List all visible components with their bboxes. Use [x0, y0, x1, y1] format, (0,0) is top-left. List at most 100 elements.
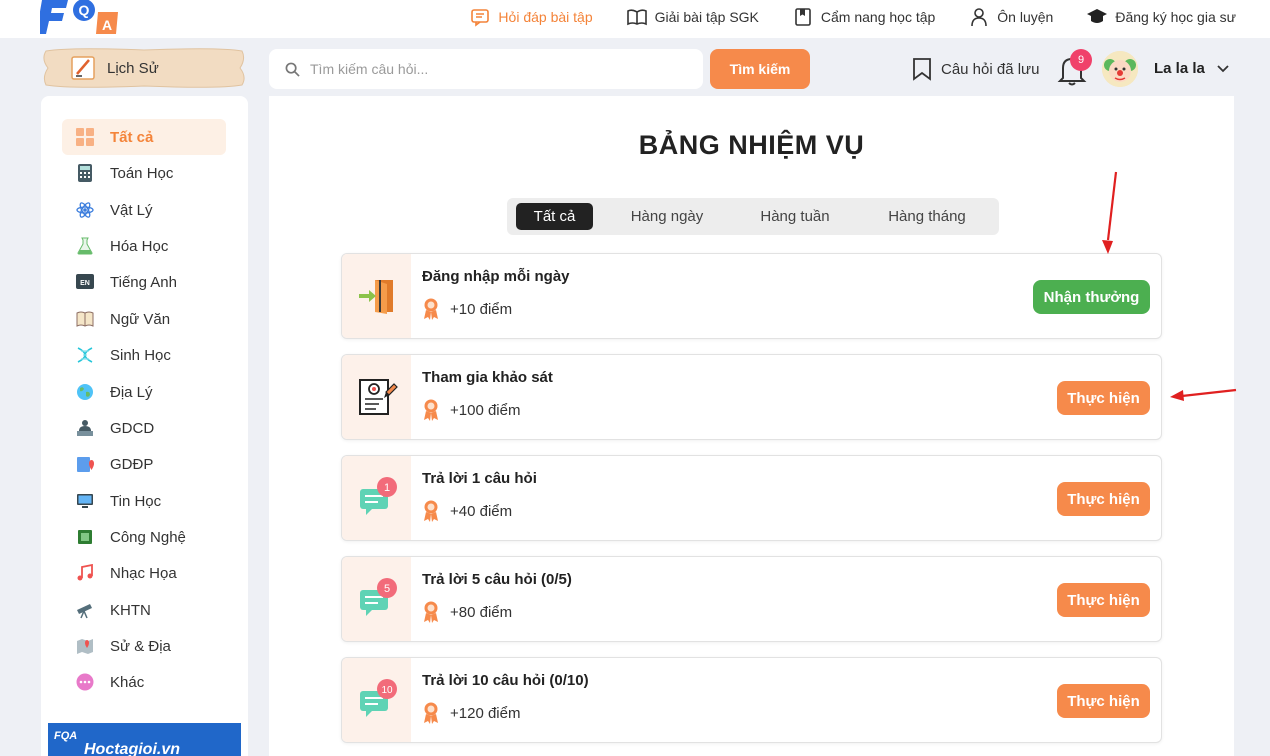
task-name: Trả lời 5 câu hỏi (0/5) — [422, 571, 572, 588]
medal-icon — [424, 399, 438, 421]
tab-hang-tuan[interactable]: Hàng tuần — [743, 203, 847, 230]
sidebar-item-cong-nghe[interactable]: Công Nghệ — [62, 519, 226, 555]
page-title: BẢNG NHIỆM VỤ — [638, 130, 865, 160]
sidebar-item-dia-ly[interactable]: Địa Lý — [62, 374, 226, 410]
promo-banner[interactable]: FQA Hoctagioi.vn — [48, 723, 241, 756]
sidebar-item-label: Toán Học — [110, 164, 174, 182]
sidebar-item-khtn[interactable]: KHTN — [62, 592, 226, 628]
nav-label: Hỏi đáp bài tập — [498, 9, 593, 25]
atom-icon — [76, 201, 94, 219]
map-icon — [76, 637, 94, 655]
task-name: Trả lời 1 câu hỏi — [422, 470, 537, 487]
sidebar-item-label: Nhạc Họa — [110, 564, 177, 582]
medal-icon — [424, 702, 438, 724]
sidebar-item-tin-hoc[interactable]: Tin Học — [62, 483, 226, 519]
saved-questions-link[interactable]: Câu hỏi đã lưu — [911, 57, 1039, 81]
avatar[interactable] — [1102, 51, 1138, 87]
task-points-label: +100 điểm — [450, 401, 521, 419]
nav-giai-bai-tap[interactable]: Giải bài tập SGK — [626, 7, 759, 27]
task-points-label: +120 điểm — [450, 704, 521, 722]
nav-label: Ôn luyện — [997, 9, 1054, 25]
fqa-logo[interactable]: Q A — [40, 0, 122, 34]
task-card: 10 Trả lời 10 câu hỏi (0/10) +120 điểm T… — [341, 657, 1162, 743]
sidebar-item-tieng-anh[interactable]: EN Tiếng Anh — [62, 264, 226, 300]
sidebar-item-label: Công Nghệ — [110, 528, 186, 546]
svg-text:FQA: FQA — [54, 730, 77, 742]
promo-text: Hoctagioi.vn — [84, 741, 181, 756]
notification-count-badge: 9 — [1070, 49, 1092, 71]
sidebar-item-vat-ly[interactable]: Vật Lý — [62, 192, 226, 228]
sidebar-item-hoa-hoc[interactable]: Hóa Học — [62, 228, 226, 264]
more-icon — [76, 673, 94, 691]
task-points: +80 điểm — [422, 601, 512, 623]
bookmark-icon — [913, 58, 931, 81]
do-task-button[interactable]: Thực hiện — [1057, 482, 1150, 516]
sidebar-item-label: GDĐP — [110, 455, 154, 473]
do-task-button[interactable]: Thực hiện — [1057, 583, 1150, 617]
chevron-down-icon[interactable] — [1216, 62, 1230, 76]
task-name: Trả lời 10 câu hỏi (0/10) — [422, 672, 589, 689]
task-points-label: +80 điểm — [450, 603, 513, 621]
subject-sidebar: Tất cả Toán Học Vật Lý Hóa Học EN Tiếng … — [41, 96, 248, 756]
chat-question-icon — [471, 9, 490, 27]
medal-icon — [424, 500, 438, 522]
svg-text:EN: EN — [80, 280, 90, 287]
sidebar-item-toan-hoc[interactable]: Toán Học — [62, 155, 226, 191]
do-task-button[interactable]: Thực hiện — [1057, 381, 1150, 415]
nav-label: Giải bài tập SGK — [654, 9, 759, 25]
dna-icon — [76, 346, 94, 364]
search-input[interactable] — [310, 61, 690, 77]
sidebar-item-sinh-hoc[interactable]: Sinh Học — [62, 337, 226, 373]
search-box — [269, 49, 703, 89]
annotation-arrow-left-icon — [1170, 388, 1237, 401]
chat-badge-count: 10 — [381, 685, 393, 696]
sidebar-item-gddp[interactable]: GDĐP — [62, 446, 226, 482]
tab-hang-thang[interactable]: Hàng tháng — [869, 203, 985, 230]
sidebar-item-nhac-hoa[interactable]: Nhạc Họa — [62, 555, 226, 591]
mission-tabs: Tất cả Hàng ngày Hàng tuần Hàng tháng — [507, 198, 999, 235]
nav-gia-su[interactable]: Đăng ký học gia sư — [1087, 7, 1236, 27]
username[interactable]: La la la — [1154, 60, 1205, 77]
do-task-button[interactable]: Thực hiện — [1057, 684, 1150, 718]
tab-hang-ngay[interactable]: Hàng ngày — [614, 203, 720, 230]
handbook-icon — [795, 8, 811, 26]
sidebar-item-label: KHTN — [110, 601, 151, 619]
task-name: Tham gia khảo sát — [422, 369, 553, 386]
book-icon — [76, 310, 94, 328]
task-points: +120 điểm — [422, 702, 520, 724]
sidebar-item-label: Vật Lý — [110, 201, 153, 219]
search-button[interactable]: Tìm kiếm — [710, 49, 810, 89]
sidebar-item-su-dia[interactable]: Sử & Địa — [62, 628, 226, 664]
current-subject-tag[interactable]: Lịch Sử — [40, 47, 248, 89]
person-desk-icon — [76, 419, 94, 437]
computer-icon — [76, 492, 94, 510]
sidebar-item-label: Tiếng Anh — [110, 273, 177, 291]
medal-icon — [424, 298, 438, 320]
task-card: 1 Trả lời 1 câu hỏi +40 điểm Thực hiện — [341, 455, 1162, 541]
sidebar-item-gdcd[interactable]: GDCD — [62, 410, 226, 446]
login-door-icon — [342, 254, 411, 338]
task-points: +10 điểm — [422, 298, 512, 320]
nav-on-luyen[interactable]: Ôn luyện — [969, 7, 1053, 27]
nav-hoi-dap[interactable]: Hỏi đáp bài tập — [470, 7, 593, 27]
chat-bubble-icon: 1 — [342, 456, 411, 540]
sidebar-item-tat-ca[interactable]: Tất cả — [62, 119, 226, 155]
nav-cam-nang[interactable]: Cẩm nang học tập — [793, 7, 935, 27]
task-card: Đăng nhập mỗi ngày +10 điểm Nhận thưởng — [341, 253, 1162, 339]
sidebar-item-label: Tất cả — [110, 128, 154, 146]
task-points: +100 điểm — [422, 399, 520, 421]
chat-bubble-icon: 5 — [342, 557, 411, 641]
music-note-icon — [76, 564, 94, 582]
claim-reward-button[interactable]: Nhận thưởng — [1033, 280, 1150, 314]
sidebar-item-label: Địa Lý — [110, 383, 153, 401]
sidebar-item-label: Sử & Địa — [110, 637, 171, 655]
sidebar-item-ngu-van[interactable]: Ngữ Văn — [62, 301, 226, 337]
task-points: +40 điểm — [422, 500, 512, 522]
sidebar-item-label: Khác — [110, 673, 145, 691]
fqa-small-logo: FQA — [54, 730, 77, 742]
task-points-label: +40 điểm — [450, 502, 513, 520]
telescope-icon — [76, 601, 94, 619]
tab-tat-ca[interactable]: Tất cả — [516, 203, 593, 230]
chip-icon — [76, 528, 94, 546]
sidebar-item-khac[interactable]: Khác — [62, 664, 226, 700]
